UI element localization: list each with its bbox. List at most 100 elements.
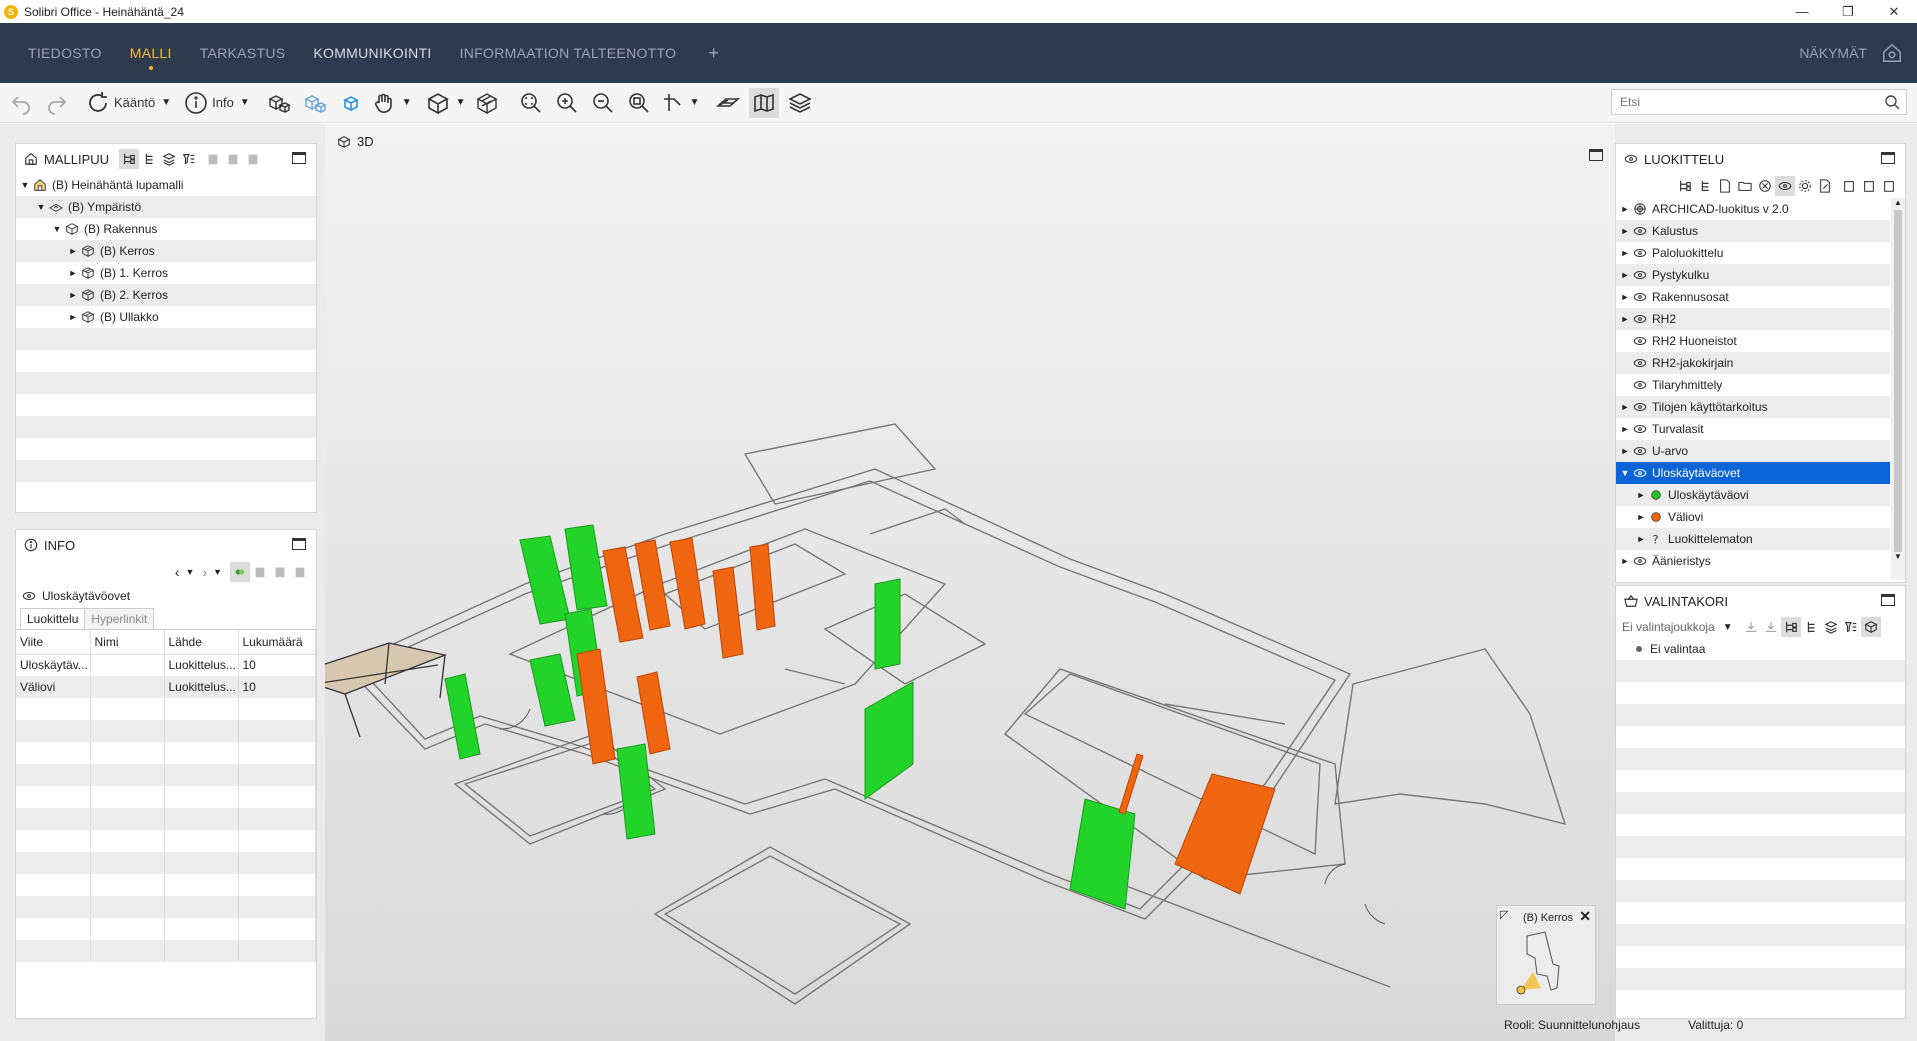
- classifier-hierarchy-button[interactable]: [1675, 176, 1695, 196]
- exit-door-element[interactable]: [444, 673, 481, 760]
- tree-row[interactable]: ► Kalustus: [1616, 220, 1890, 242]
- menu-tarkastus[interactable]: TARKASTUS: [200, 45, 286, 61]
- exit-door-element[interactable]: [616, 743, 656, 840]
- basket-filter-button[interactable]: [1841, 617, 1861, 637]
- column-header[interactable]: Viite: [16, 630, 91, 655]
- visualize-button[interactable]: [1775, 176, 1795, 196]
- tree-row[interactable]: ► Väliovi: [1616, 506, 1890, 528]
- tree-row[interactable]: ► Uloskäytäväovi: [1616, 484, 1890, 506]
- tree-row[interactable]: ► Äänieristys: [1616, 550, 1890, 572]
- scroll-thumb[interactable]: [1894, 210, 1902, 552]
- hand-tool-button[interactable]: ▼: [372, 88, 412, 118]
- classifier-list-button[interactable]: [1695, 176, 1715, 196]
- column-header[interactable]: Lukumäärä: [238, 630, 316, 655]
- search-input[interactable]: [1612, 91, 1884, 113]
- exit-door-element[interactable]: [519, 535, 571, 625]
- scroll-up-icon[interactable]: ▲: [1891, 198, 1905, 210]
- exit-door-element[interactable]: [874, 578, 901, 670]
- view-cube-button[interactable]: ▼: [426, 88, 466, 118]
- maximize-icon[interactable]: [1881, 152, 1895, 164]
- floor-plan-button[interactable]: [713, 88, 743, 118]
- maximize-icon[interactable]: [1589, 149, 1603, 161]
- close-button[interactable]: ✕: [1871, 0, 1917, 23]
- interior-door-element[interactable]: [1118, 753, 1144, 815]
- rotate-button[interactable]: Kääntö ▼: [86, 88, 171, 118]
- tree-action-1-button[interactable]: [203, 149, 223, 169]
- collapse-icon[interactable]: ▼: [1618, 468, 1632, 478]
- basket-layers-button[interactable]: [1821, 617, 1841, 637]
- tree-row[interactable]: ► (B) 1. Kerros: [16, 262, 316, 284]
- list-item[interactable]: Ei valintaa: [1616, 638, 1905, 660]
- collapse-icon[interactable]: ▼: [18, 180, 32, 190]
- info-dropdown-icon[interactable]: ▼: [240, 97, 250, 108]
- tree-row[interactable]: ► Tilojen käyttötarkoitus: [1616, 396, 1890, 418]
- forward-icon[interactable]: ›: [202, 564, 207, 580]
- tree-row[interactable]: ► ARCHICAD-luokitus v 2.0: [1616, 198, 1890, 220]
- edit-classification-button[interactable]: [1815, 176, 1835, 196]
- tree-row[interactable]: RH2 Huoneistot: [1616, 330, 1890, 352]
- interior-door-element[interactable]: [712, 566, 744, 659]
- basket-list-button[interactable]: [1801, 617, 1821, 637]
- interior-door-element[interactable]: [634, 539, 671, 631]
- view-dropdown-icon[interactable]: ▼: [456, 97, 466, 108]
- maximize-icon[interactable]: [292, 538, 306, 550]
- tree-layers-button[interactable]: [159, 149, 179, 169]
- map-button[interactable]: [749, 87, 780, 118]
- expand-icon[interactable]: ►: [1618, 204, 1632, 214]
- redo-button[interactable]: [42, 88, 72, 118]
- expand-icon[interactable]: ►: [1618, 314, 1632, 324]
- basket-cube-button[interactable]: [1860, 617, 1881, 637]
- exit-door-element[interactable]: [864, 681, 914, 800]
- tree-action-2-button[interactable]: [223, 149, 243, 169]
- search-icon[interactable]: [1884, 94, 1900, 110]
- expand-icon[interactable]: ►: [1618, 226, 1632, 236]
- maximize-icon[interactable]: [292, 152, 306, 164]
- isolate-button[interactable]: [336, 88, 366, 118]
- chevron-down-icon[interactable]: ▼: [1723, 622, 1733, 633]
- tree-list-button[interactable]: [139, 149, 159, 169]
- tree-row[interactable]: ▼ (B) Ympäristö: [16, 196, 316, 218]
- menu-tiedosto[interactable]: TIEDOSTO: [28, 45, 102, 61]
- link-button[interactable]: [230, 562, 250, 582]
- tree-row[interactable]: ► (B) Kerros: [16, 240, 316, 262]
- tree-row[interactable]: ►? Luokittelematon: [1616, 528, 1890, 550]
- expand-icon[interactable]: ►: [1618, 424, 1632, 434]
- tree-row[interactable]: ► (B) 2. Kerros: [16, 284, 316, 306]
- tree-row[interactable]: ▼ (B) Heinähäntä lupamalli: [16, 174, 316, 196]
- expand-icon[interactable]: ►: [1634, 512, 1648, 522]
- zoom-out-button[interactable]: [588, 88, 618, 118]
- tree-row[interactable]: ► Turvalasit: [1616, 418, 1890, 440]
- tab-luokittelu[interactable]: Luokittelu: [20, 608, 86, 629]
- expand-icon[interactable]: ►: [1618, 248, 1632, 258]
- expand-icon[interactable]: ►: [1618, 446, 1632, 456]
- expand-icon[interactable]: ►: [1618, 402, 1632, 412]
- basket-remove-button[interactable]: [1761, 617, 1781, 637]
- tree-row[interactable]: ▼ (B) Rakennus: [16, 218, 316, 240]
- model-scene[interactable]: [325, 124, 1615, 1041]
- expand-icon[interactable]: ►: [66, 290, 80, 300]
- views-menu[interactable]: NÄKYMÄT: [1799, 45, 1867, 61]
- tree-row[interactable]: RH2-jakokirjain: [1616, 352, 1890, 374]
- measure-button[interactable]: ▼: [660, 88, 700, 118]
- exit-door-element[interactable]: [1069, 798, 1136, 910]
- tree-row[interactable]: ► Rakennusosat: [1616, 286, 1890, 308]
- exit-door-element[interactable]: [564, 524, 608, 611]
- history-dropdown-icon[interactable]: ▼: [185, 567, 194, 577]
- tab-hyperlinkit[interactable]: Hyperlinkit: [84, 608, 155, 629]
- rotate-dropdown-icon[interactable]: ▼: [161, 97, 171, 108]
- tree-row[interactable]: Tilaryhmittely: [1616, 374, 1890, 396]
- column-header[interactable]: Nimi: [90, 630, 165, 655]
- info-action-3-button[interactable]: [290, 562, 310, 582]
- layers-button[interactable]: [785, 88, 815, 118]
- tree-hierarchy-button[interactable]: [119, 149, 140, 169]
- column-header[interactable]: Lähde: [164, 630, 239, 655]
- measure-dropdown-icon[interactable]: ▼: [690, 97, 700, 108]
- zoom-in-button[interactable]: [552, 88, 582, 118]
- tree-row[interactable]: ▼ Uloskäytäväovet: [1616, 462, 1890, 484]
- expand-icon[interactable]: ►: [1618, 270, 1632, 280]
- tree-row[interactable]: ► (B) Ullakko: [16, 306, 316, 328]
- scrollbar[interactable]: ▲ ▼: [1891, 198, 1905, 580]
- interior-door-element[interactable]: [749, 543, 776, 631]
- basket-hierarchy-button[interactable]: [1780, 617, 1801, 637]
- expand-icon[interactable]: ►: [66, 312, 80, 322]
